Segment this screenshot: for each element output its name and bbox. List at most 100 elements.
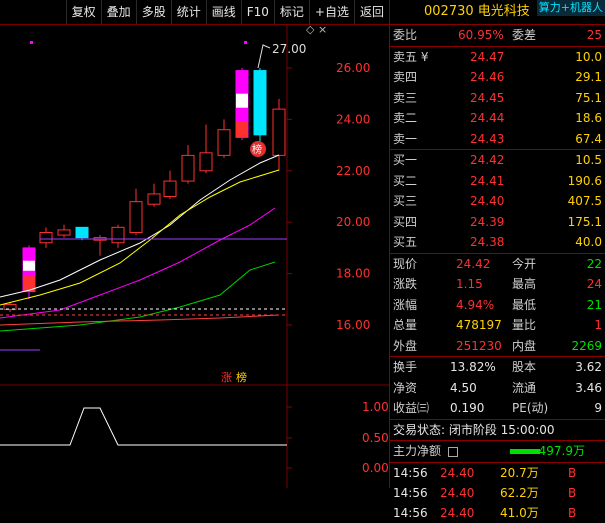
- y-tick-label: 16.00: [336, 318, 370, 332]
- main-flow-value: -497.9万: [534, 444, 585, 458]
- candle-body: [147, 193, 161, 205]
- trade-status: 交易状态: 闭市阶段 15:00:00: [390, 418, 605, 441]
- bid-price: 24.41: [470, 173, 505, 188]
- indicator-line: [0, 407, 287, 446]
- concept-badge[interactable]: 算力+机器人: [536, 0, 605, 16]
- chart-toolbar: 复权 叠加 多股 统计 画线 F10 标记 +自选 返回: [0, 0, 389, 25]
- tick-row: 14:56 24.40 20.7万 B: [390, 463, 605, 483]
- weicha-value: 25: [586, 28, 602, 42]
- quote-value: 1.15: [456, 277, 483, 291]
- quote-block: 现价 24.42 今开 22 涨跌 1.15 最高 24 涨幅 4.94% 最低 21 总量 478197…: [390, 252, 605, 357]
- stats-label: 换手: [393, 360, 418, 374]
- kline-chart[interactable]: 26.00 24.00 22.00 20.00 18.00 16.00 27.00 榜 1.…: [0, 23, 389, 488]
- close-icon[interactable]: ×: [318, 23, 327, 36]
- stats-row: 换手 13.82% 股本 3.62: [390, 357, 605, 378]
- weibi-row: 委比 60.95% 委差 25: [390, 25, 605, 46]
- quote-row: 涨幅 4.94% 最低 21: [390, 295, 605, 316]
- tick-volume: 62.2万: [500, 485, 539, 500]
- y-tick-label: 20.00: [336, 215, 370, 229]
- toolbar-button-2[interactable]: 多股: [135, 0, 171, 24]
- weibi-label: 委比: [393, 28, 418, 42]
- bid-label: 买三: [393, 194, 418, 208]
- tick-price: 24.40: [440, 505, 475, 520]
- tick-side: B: [568, 505, 577, 520]
- tick-time: 14:56: [393, 485, 428, 500]
- stats-label: 净资: [393, 380, 418, 395]
- quote-value: 24.42: [456, 256, 491, 271]
- candle-body: [217, 129, 231, 156]
- toolbar-button-0[interactable]: 复权: [65, 0, 101, 24]
- bid-row: 买四 24.39 175.1: [390, 212, 605, 233]
- ask-price: 24.44: [470, 111, 505, 125]
- stats-value-2: 3.62: [575, 360, 602, 374]
- quote-value-2: 1: [594, 318, 602, 332]
- quote-value-2: 21: [586, 297, 602, 312]
- bid-volume: 190.6: [567, 173, 602, 188]
- toolbar-button-4[interactable]: 画线: [205, 0, 241, 24]
- bid-price: 24.42: [470, 153, 505, 167]
- doc-icon[interactable]: [448, 447, 458, 457]
- quote-label-2: 量比: [512, 318, 537, 332]
- bid-label: 买四: [393, 214, 418, 229]
- quote-row: 现价 24.42 今开 22: [390, 254, 605, 275]
- ask-label: 卖五 ¥: [393, 49, 429, 64]
- candle-body: [253, 70, 267, 136]
- ind-tick-label: 1.00: [362, 400, 389, 414]
- toolbar-button-3[interactable]: 统计: [170, 0, 206, 24]
- bid-price: 24.39: [470, 214, 505, 229]
- candle-body: [236, 121, 248, 138]
- toolbar-button-7[interactable]: +自选: [308, 0, 354, 24]
- tick-list: 14:56 24.40 20.7万 B 14:56 24.40 62.2万 B 14:56 24.…: [390, 461, 605, 523]
- stats-label-2: 流通: [512, 380, 537, 395]
- quote-label-2: 最低: [512, 297, 537, 312]
- tick-volume: 20.7万: [500, 465, 539, 480]
- ask-row: 卖五 ¥ 24.47 10.0: [390, 47, 605, 68]
- y-tick-label: 22.00: [336, 164, 370, 178]
- high-marker: [257, 44, 271, 69]
- ask-volume: 29.1: [575, 70, 602, 84]
- stats-block: 换手 13.82% 股本 3.62 净资 4.50 流通 3.46 收益㈢ 0.190 PE(动) 9: [390, 356, 605, 419]
- quote-label: 涨幅: [393, 297, 418, 312]
- marker-dot: [30, 41, 33, 44]
- quote-label-2: 最高: [512, 277, 537, 291]
- toolbar-button-8[interactable]: 返回: [353, 0, 389, 24]
- ask-label: 卖三: [393, 90, 418, 105]
- kline-chart-area[interactable]: 26.00 24.00 22.00 20.00 18.00 16.00 27.00 榜 1.…: [0, 23, 389, 488]
- ask-row: 卖一 24.43 67.4: [390, 129, 605, 150]
- quote-label: 外盘: [393, 338, 418, 353]
- chart-settings-icon[interactable]: ◇: [306, 23, 315, 36]
- stock-header: 002730 电光科技 算力+机器人: [390, 0, 605, 25]
- bid-label: 买五: [393, 235, 418, 249]
- quote-value: 478197: [456, 318, 502, 332]
- stock-title: 002730 电光科技: [424, 4, 530, 19]
- bid-price: 24.38: [470, 235, 505, 249]
- quote-value-2: 24: [586, 277, 602, 291]
- high-price-label: 27.00: [272, 42, 306, 56]
- ask-row: 卖三 24.45 75.1: [390, 88, 605, 109]
- tag-bang: 榜: [236, 370, 247, 384]
- ask-label: 卖二: [393, 111, 418, 125]
- quote-value: 251230: [456, 338, 502, 353]
- toolbar-button-6[interactable]: 标记: [273, 0, 309, 24]
- candle-body: [39, 231, 53, 244]
- trade-status-text: 交易状态: 闭市阶段 15:00:00: [393, 422, 555, 437]
- main-flow-row: 主力净额 -497.9万: [390, 440, 605, 462]
- y-tick-label: 26.00: [336, 61, 370, 75]
- quote-label-2: 今开: [512, 256, 537, 271]
- tick-side: B: [568, 485, 577, 500]
- toolbar-button-5[interactable]: F10: [240, 0, 274, 24]
- ask-volume: 75.1: [575, 90, 602, 105]
- quote-value-2: 22: [586, 256, 602, 271]
- ask-price: 24.45: [470, 90, 505, 105]
- ask-label: 卖一: [393, 131, 418, 146]
- tick-price: 24.40: [440, 465, 475, 480]
- bid-label: 买二: [393, 173, 418, 188]
- y-tick-label: 18.00: [336, 267, 370, 281]
- stats-value: 0.190: [450, 401, 485, 415]
- candle-body: [272, 108, 286, 156]
- y-tick-label: 24.00: [336, 112, 370, 126]
- quote-label: 总量: [393, 318, 418, 332]
- toolbar-button-1[interactable]: 叠加: [100, 0, 136, 24]
- weicha-label: 委差: [512, 28, 537, 42]
- tick-side: B: [568, 465, 577, 480]
